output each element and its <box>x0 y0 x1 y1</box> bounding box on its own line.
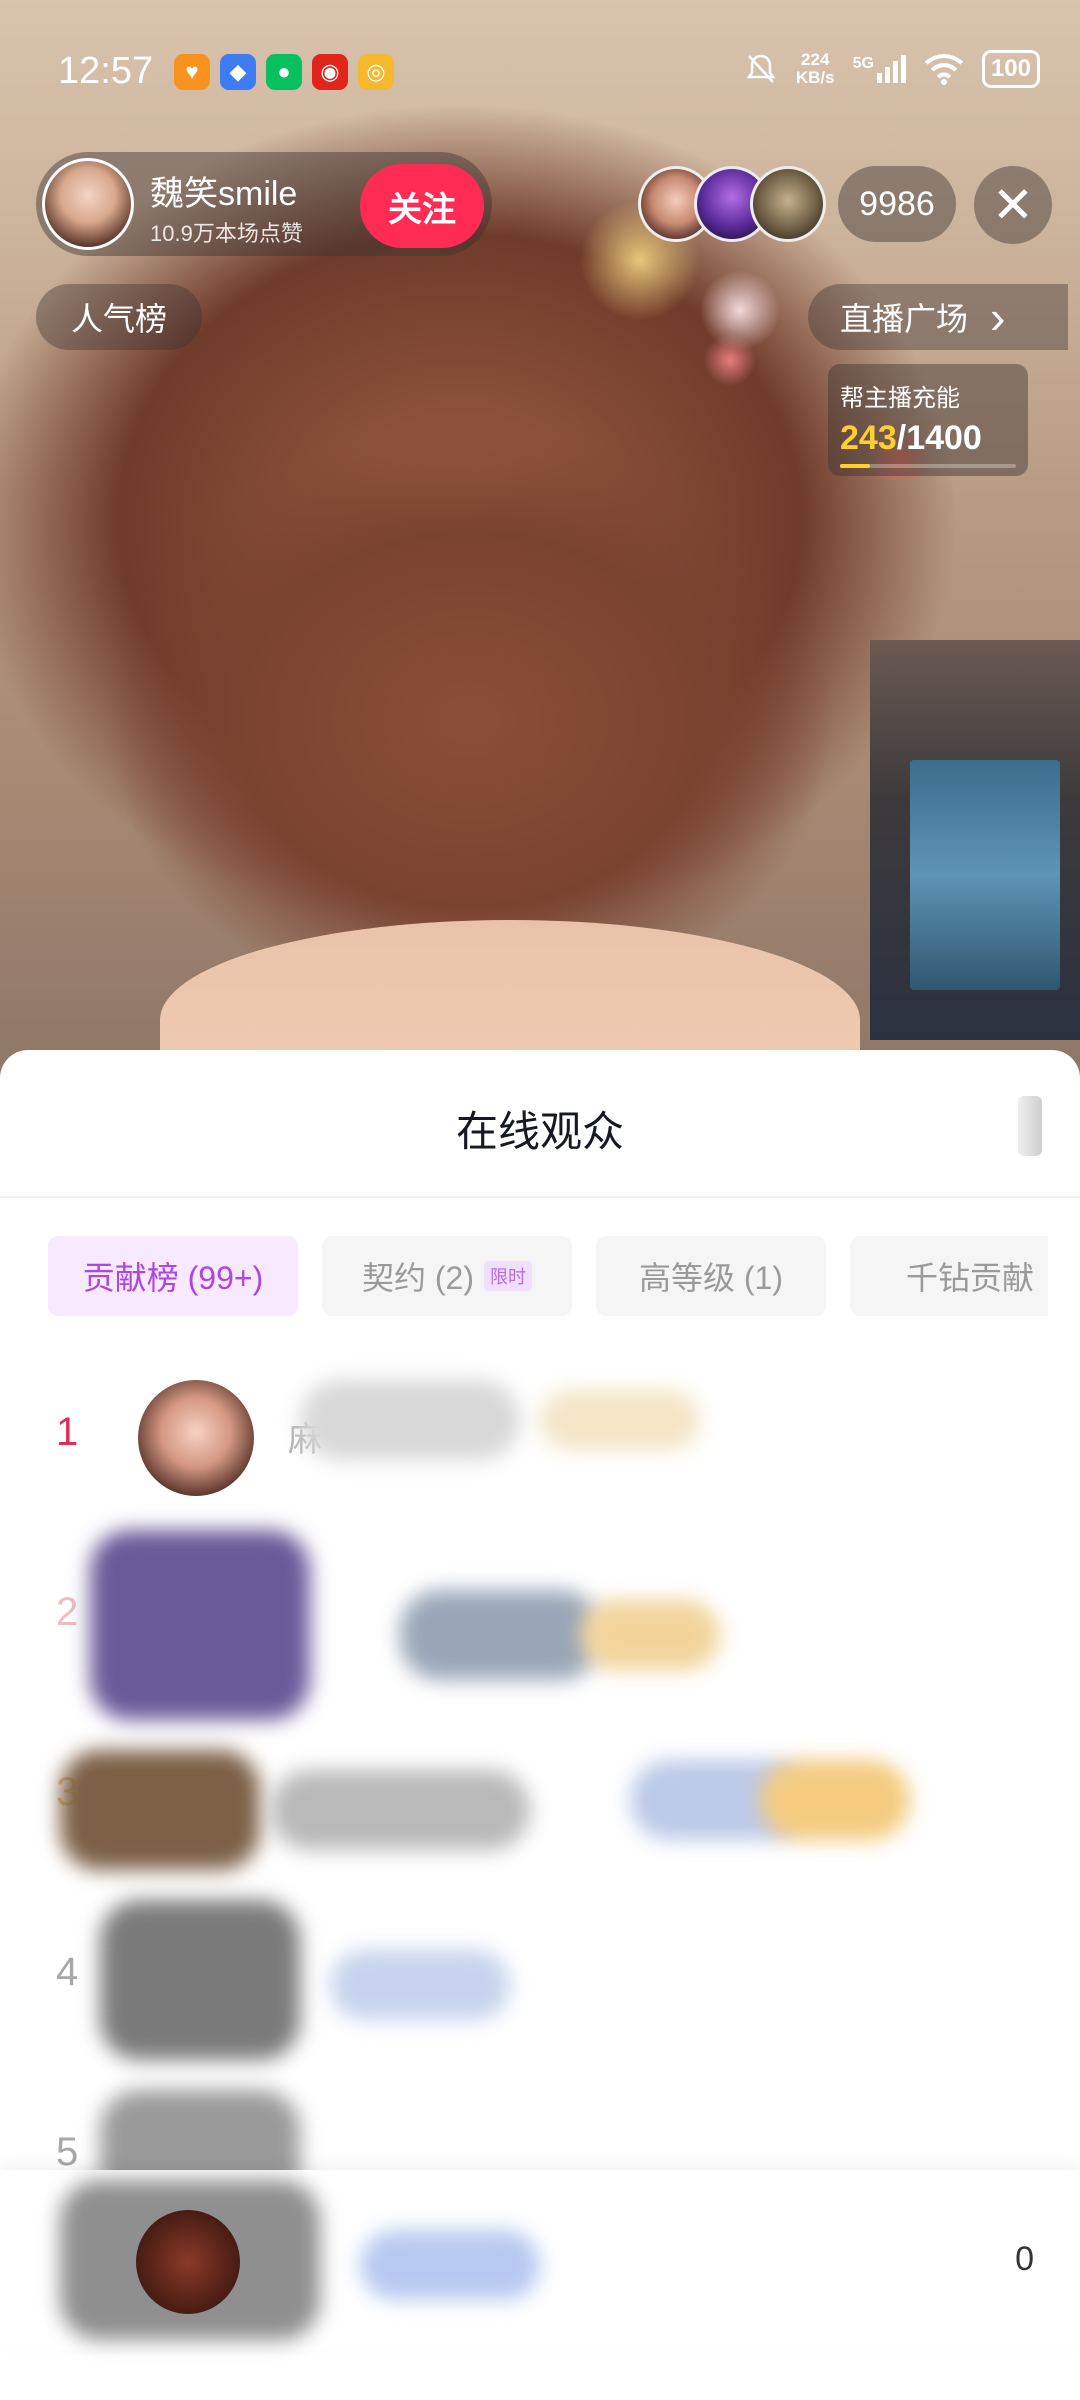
charge-progress-bar <box>840 464 1016 468</box>
charge-title: 帮主播充能 <box>840 385 960 412</box>
blurred-content <box>90 1530 310 1720</box>
signal-type: 5G <box>852 55 874 72</box>
blurred-content <box>580 1600 720 1670</box>
blurred-content <box>400 1590 600 1680</box>
tab-label: 高等级 (1) <box>638 1260 783 1296</box>
my-rank-bar[interactable]: 0 <box>0 2170 1080 2350</box>
avatar[interactable] <box>138 1380 254 1496</box>
tab-label: 千钻贡献 <box>905 1260 1034 1296</box>
list-item[interactable]: 4 <box>0 1890 1080 2070</box>
follow-button[interactable]: 关注 <box>360 164 484 248</box>
tab-label: 契约 (2) <box>361 1260 474 1296</box>
status-time: 12:57 <box>58 50 154 92</box>
online-audience-sheet[interactable]: 在线观众 贡献榜 (99+) 契约 (2) 限时 高等级 (1) 千钻贡献 1 … <box>0 1050 1080 2400</box>
blurred-content <box>330 1950 510 2020</box>
top-viewers[interactable] <box>638 166 828 242</box>
weibo-icon: ◎ <box>358 54 394 90</box>
host-avatar[interactable] <box>42 158 134 250</box>
signal-icon: 5G <box>853 55 906 83</box>
wifi-icon <box>924 54 964 85</box>
app-notification-icon: ◆ <box>220 54 256 90</box>
live-plaza-button[interactable]: 直播广场 › <box>808 284 1068 350</box>
rank-number: 4 <box>56 1950 79 1994</box>
avatar[interactable] <box>750 166 826 242</box>
list-item[interactable]: 3 <box>0 1710 1080 1890</box>
charge-widget[interactable]: 帮主播充能 243/1400 <box>828 364 1028 476</box>
tab-diamond-contribution[interactable]: 千钻贡献 <box>850 1236 1048 1316</box>
charge-progress-fill <box>840 464 870 468</box>
avatar[interactable] <box>136 2210 240 2314</box>
wechat-icon: ● <box>266 54 302 90</box>
status-right: 224 KB/s 5G 100 <box>744 50 1040 88</box>
charge-current: 243 <box>840 419 897 457</box>
audience-tabs: 贡献榜 (99+) 契约 (2) 限时 高等级 (1) 千钻贡献 <box>48 1236 1048 1316</box>
tab-contribution[interactable]: 贡献榜 (99+) <box>48 1236 298 1316</box>
app-notification-icon: ◉ <box>312 54 348 90</box>
blurred-content <box>300 1380 520 1460</box>
status-bar: 12:57 ♥ ◆ ● ◉ ◎ 224 KB/s 5G 100 <box>0 0 1080 150</box>
limited-badge: 限时 <box>484 1261 532 1291</box>
list-item[interactable]: 1 麻 <box>0 1350 1080 1530</box>
tab-high-level[interactable]: 高等级 (1) <box>596 1236 826 1316</box>
popularity-rank-button[interactable]: 人气榜 <box>36 284 202 350</box>
sheet-title: 在线观众 <box>455 1108 624 1155</box>
host-likes: 10.9万本场点赞 <box>150 221 303 246</box>
notification-icons: ♥ ◆ ● ◉ ◎ <box>174 54 394 90</box>
charge-total: 1400 <box>906 419 982 457</box>
charge-progress-text: 243/1400 <box>840 419 1016 458</box>
rank-number: 5 <box>56 2130 79 2174</box>
my-score: 0 <box>1015 2240 1034 2278</box>
network-speed: 224 KB/s <box>796 51 835 87</box>
blurred-content <box>100 1900 300 2060</box>
viewer-count-button[interactable]: 9986 <box>838 166 956 242</box>
battery-indicator: 100 <box>981 50 1040 88</box>
charge-separator: / <box>896 419 907 457</box>
rank-number: 1 <box>56 1410 79 1454</box>
background-window <box>910 760 1060 990</box>
live-plaza-label: 直播广场 <box>840 301 969 337</box>
bell-muted-icon <box>746 54 776 83</box>
blurred-content <box>540 1390 700 1450</box>
network-speed-value: 224 <box>801 50 830 69</box>
tab-label: 贡献榜 (99+) <box>82 1260 264 1296</box>
list-item[interactable]: 2 <box>0 1530 1080 1720</box>
divider <box>0 1196 1080 1198</box>
blurred-content <box>360 2230 540 2300</box>
tab-contract[interactable]: 契约 (2) 限时 <box>322 1236 572 1316</box>
host-name[interactable]: 魏笑smile <box>150 166 297 215</box>
close-icon[interactable]: ✕ <box>974 166 1052 244</box>
blurred-content <box>60 1750 260 1870</box>
chevron-right-icon: › <box>990 291 1006 343</box>
network-speed-unit: KB/s <box>795 68 835 87</box>
scrollbar[interactable] <box>1018 1096 1042 1156</box>
app-notification-icon: ♥ <box>174 54 210 90</box>
blurred-content <box>270 1770 530 1850</box>
blurred-content <box>760 1760 910 1840</box>
